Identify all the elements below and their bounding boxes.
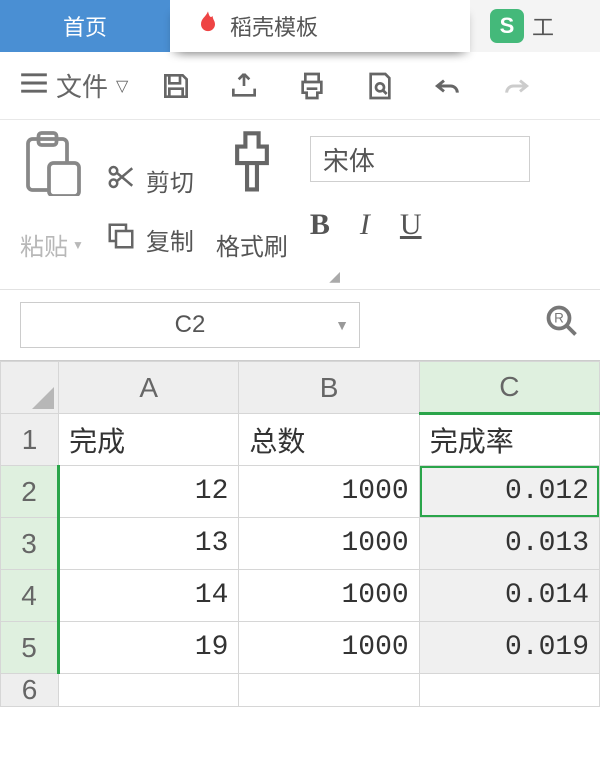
cell-c5[interactable]: 0.019 xyxy=(419,622,599,674)
table-row: 1 完成 总数 完成率 xyxy=(1,414,600,466)
scissors-icon xyxy=(106,162,136,199)
paste-label: 粘贴 xyxy=(20,227,68,262)
column-header-row: A B C xyxy=(1,362,600,414)
row-header-1[interactable]: 1 xyxy=(1,414,59,466)
cell-a5[interactable]: 19 xyxy=(59,622,239,674)
cell-c2[interactable]: 0.012 xyxy=(419,466,599,518)
tab-home[interactable]: 首页 xyxy=(0,0,170,52)
undo-icon[interactable] xyxy=(428,66,468,106)
cell-b4[interactable]: 1000 xyxy=(239,570,419,622)
cell-b2[interactable]: 1000 xyxy=(239,466,419,518)
formula-bar-row: C2 ▼ R xyxy=(0,290,600,360)
cell-b3[interactable]: 1000 xyxy=(239,518,419,570)
underline-button[interactable]: U xyxy=(400,208,422,242)
file-menu-label: 文件 xyxy=(56,67,108,104)
print-preview-icon[interactable] xyxy=(360,66,400,106)
cell-a2[interactable]: 12 xyxy=(59,466,239,518)
col-header-a[interactable]: A xyxy=(59,362,239,414)
col-header-c[interactable]: C xyxy=(419,362,599,414)
font-name-select[interactable]: 宋体 xyxy=(310,136,530,182)
cell-a1[interactable]: 完成 xyxy=(59,414,239,466)
cell-c1[interactable]: 完成率 xyxy=(419,414,599,466)
clipboard-icon[interactable] xyxy=(22,130,82,201)
table-row: 5 19 1000 0.019 xyxy=(1,622,600,674)
row-header-3[interactable]: 3 xyxy=(1,518,59,570)
table-row: 2 12 1000 0.012 xyxy=(1,466,600,518)
row-header-4[interactable]: 4 xyxy=(1,570,59,622)
svg-text:R: R xyxy=(554,310,564,325)
save-icon[interactable] xyxy=(156,66,196,106)
quick-access-toolbar: 文件 ▽ xyxy=(0,52,600,120)
spreadsheet-grid[interactable]: A B C 1 完成 总数 完成率 2 12 1000 0.012 3 13 1… xyxy=(0,360,600,707)
cell-c4[interactable]: 0.014 xyxy=(419,570,599,622)
font-name-value: 宋体 xyxy=(323,141,375,178)
paste-group: 粘贴 ▼ xyxy=(20,130,84,289)
cell-a3[interactable]: 13 xyxy=(59,518,239,570)
chevron-down-icon[interactable]: ▼ xyxy=(335,317,349,333)
hamburger-icon xyxy=(20,70,48,101)
cell-c3[interactable]: 0.013 xyxy=(419,518,599,570)
title-tabs: 首页 稻壳模板 S 工 xyxy=(0,0,600,52)
chevron-down-icon: ▼ xyxy=(72,238,84,252)
export-icon[interactable] xyxy=(224,66,264,106)
copy-button[interactable]: 复制 xyxy=(106,221,194,258)
flame-icon xyxy=(194,9,222,43)
table-row: 4 14 1000 0.014 xyxy=(1,570,600,622)
select-all-corner[interactable] xyxy=(1,362,59,414)
format-painter-group: 格式刷 xyxy=(216,130,288,289)
tab-templates-label: 稻壳模板 xyxy=(230,10,318,42)
spreadsheet-app-icon: S xyxy=(490,9,524,43)
table-row: 6 xyxy=(1,674,600,707)
dialog-launcher-icon[interactable]: ◢ xyxy=(329,268,340,285)
copy-label: 复制 xyxy=(146,222,194,257)
cell-b6[interactable] xyxy=(239,674,419,707)
cell-a4[interactable]: 14 xyxy=(59,570,239,622)
file-menu[interactable]: 文件 ▽ xyxy=(20,67,128,104)
tab-templates[interactable]: 稻壳模板 xyxy=(170,0,470,52)
copy-icon xyxy=(106,221,136,258)
tab-home-label: 首页 xyxy=(63,10,107,42)
tab-spreadsheet[interactable]: S 工 xyxy=(470,0,600,52)
paste-button[interactable]: 粘贴 ▼ xyxy=(20,227,84,262)
paintbrush-icon[interactable] xyxy=(225,130,279,201)
cell-b5[interactable]: 1000 xyxy=(239,622,419,674)
row-header-5[interactable]: 5 xyxy=(1,622,59,674)
row-header-6[interactable]: 6 xyxy=(1,674,59,707)
name-box-value: C2 xyxy=(175,311,206,339)
chevron-down-icon: ▽ xyxy=(116,76,128,96)
bold-button[interactable]: B xyxy=(310,208,330,242)
clipboard-actions: 剪切 复制 xyxy=(106,130,194,289)
font-group: 宋体 B I U xyxy=(310,130,530,289)
cell-c6[interactable] xyxy=(419,674,599,707)
redo-icon[interactable] xyxy=(496,66,536,106)
ribbon: 粘贴 ▼ 剪切 复制 格式刷 宋体 B I U xyxy=(0,120,600,290)
col-header-b[interactable]: B xyxy=(239,362,419,414)
italic-button[interactable]: I xyxy=(360,208,370,242)
cut-label: 剪切 xyxy=(146,163,194,198)
name-box[interactable]: C2 ▼ xyxy=(20,302,360,348)
find-icon[interactable]: R xyxy=(544,303,580,348)
row-header-2[interactable]: 2 xyxy=(1,466,59,518)
print-icon[interactable] xyxy=(292,66,332,106)
cell-b1[interactable]: 总数 xyxy=(239,414,419,466)
cell-a6[interactable] xyxy=(59,674,239,707)
format-painter-label: 格式刷 xyxy=(216,227,288,262)
table-row: 3 13 1000 0.013 xyxy=(1,518,600,570)
tab-spreadsheet-label: 工 xyxy=(532,10,554,42)
cut-button[interactable]: 剪切 xyxy=(106,162,194,199)
